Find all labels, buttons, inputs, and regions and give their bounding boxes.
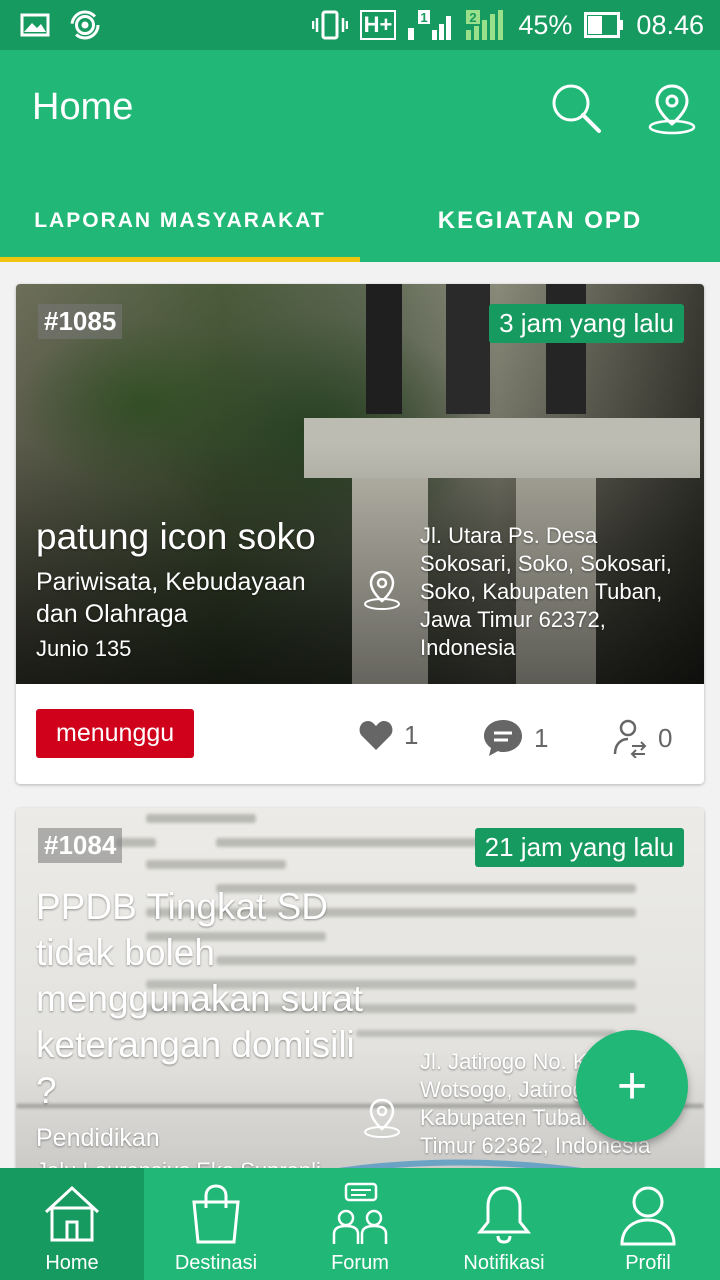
report-image: #1085 3 jam yang lalu patung icon soko P… (16, 284, 704, 684)
nav-label: Forum (331, 1252, 389, 1274)
sim2-label: 2 (470, 10, 477, 25)
app-bar: Home LAPORAN MASYARAKAT KEGIATAN OPD (0, 50, 720, 262)
shopping-bag-icon (192, 1184, 240, 1244)
nav-home[interactable]: Home (0, 1168, 144, 1280)
like-button[interactable]: 1 (358, 718, 418, 752)
network-type: H+ (359, 10, 397, 40)
bottom-nav: Home Destinasi Forum Notifikasi Profil (0, 1168, 720, 1280)
nav-label: Profil (625, 1252, 671, 1274)
report-id: #1085 (38, 304, 123, 339)
tab-label: LAPORAN MASYARAKAT (34, 209, 326, 232)
report-category: Pariwisata, Kebudayaan dan Olahraga (36, 568, 306, 628)
report-time-badge: 21 jam yang lalu (474, 828, 684, 867)
location-pin-icon (364, 1098, 400, 1138)
battery-icon (584, 12, 624, 38)
report-user: Junio 135 (36, 636, 132, 661)
location-button[interactable] (644, 80, 700, 136)
status-bar: H+ 1 2 45% 08.46 (0, 0, 720, 50)
vibrate-icon (311, 10, 348, 40)
support-button[interactable]: 0 (612, 718, 672, 758)
search-button[interactable] (548, 80, 604, 136)
gallery-notification-icon (20, 13, 50, 37)
report-address: Jl. Utara Ps. Desa Sokosari, Soko, Sokos… (420, 523, 672, 660)
tab-bar: LAPORAN MASYARAKAT KEGIATAN OPD (0, 180, 720, 262)
comment-count: 1 (534, 722, 549, 753)
nav-profil[interactable]: Profil (576, 1168, 720, 1280)
user-exchange-icon (613, 719, 647, 758)
location-pin-icon (364, 570, 400, 610)
bell-icon (476, 1186, 532, 1244)
report-time-badge: 3 jam yang lalu (489, 304, 684, 343)
sim1-label: 1 (421, 10, 428, 25)
like-count: 1 (404, 719, 419, 750)
support-count: 0 (658, 722, 673, 753)
heart-icon (359, 721, 393, 750)
home-icon (44, 1185, 100, 1242)
search-icon (552, 84, 601, 133)
report-id: #1084 (38, 828, 123, 863)
report-user: Jalu Laurensius Eko Supranli (36, 1158, 321, 1168)
signal-sim1-icon: 1 (408, 10, 452, 40)
nav-notifikasi[interactable]: Notifikasi (432, 1168, 576, 1280)
report-feed[interactable]: #1085 3 jam yang lalu patung icon soko P… (0, 262, 720, 1168)
fab-label: + (616, 1057, 648, 1115)
add-report-button[interactable]: + (576, 1030, 688, 1142)
comment-icon (484, 720, 522, 756)
report-category: Pendidikan (36, 1124, 160, 1152)
nav-forum[interactable]: Forum (288, 1168, 432, 1280)
nav-destinasi[interactable]: Destinasi (144, 1168, 288, 1280)
location-icon (648, 84, 696, 135)
page-title: Home (32, 86, 134, 128)
nav-label: Home (45, 1252, 99, 1274)
profile-icon (620, 1186, 676, 1246)
report-title: patung icon soko (36, 516, 316, 557)
report-title: PPDB Tingkat SD tidak boleh menggunakan … (36, 886, 364, 1111)
status-badge: menunggu (36, 709, 195, 758)
report-card[interactable]: #1085 3 jam yang lalu patung icon soko P… (16, 284, 704, 784)
comment-button[interactable]: 1 (482, 718, 548, 758)
report-footer: menunggu 1 1 0 (16, 684, 704, 784)
signal-sim2-icon: 2 (466, 10, 504, 40)
nav-label: Notifikasi (463, 1252, 545, 1274)
nav-label: Destinasi (174, 1252, 258, 1274)
tab-kegiatan-opd[interactable]: KEGIATAN OPD (360, 180, 720, 262)
forum-icon (332, 1182, 388, 1244)
tab-laporan-masyarakat[interactable]: LAPORAN MASYARAKAT (0, 180, 360, 262)
clock: 08.46 (636, 9, 704, 40)
battery-percent: 45% (518, 9, 573, 40)
wifi-hotspot-icon (70, 10, 100, 40)
tab-label: KEGIATAN OPD (437, 207, 643, 234)
